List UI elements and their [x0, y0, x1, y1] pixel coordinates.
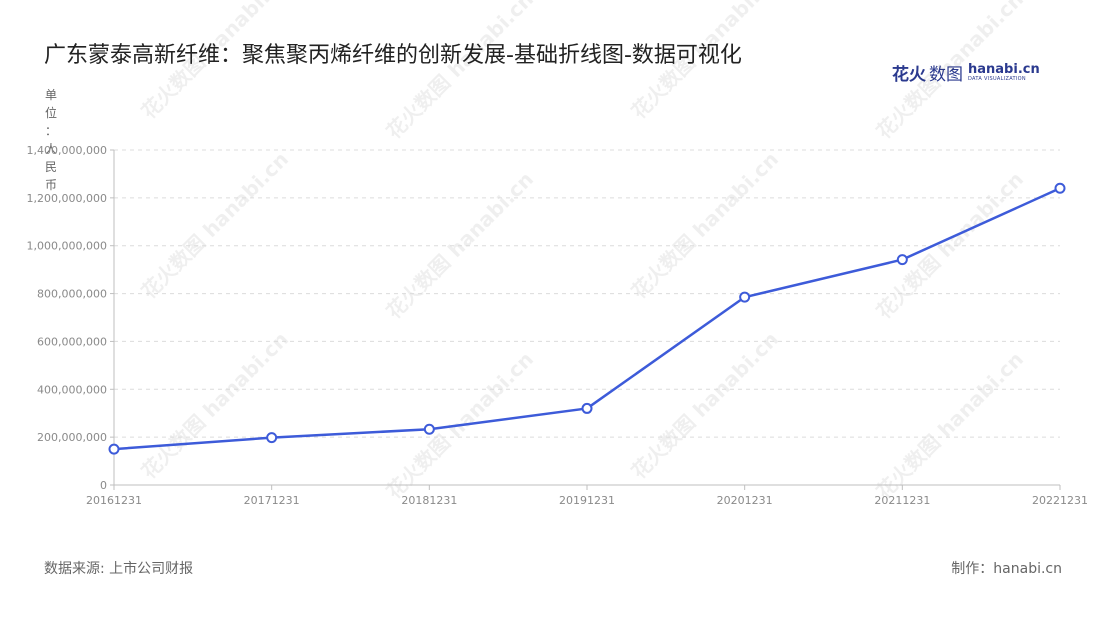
watermark: 花火数图 hanabi.cn [627, 327, 783, 483]
y-tick-label: 1,000,000,000 [27, 240, 107, 253]
x-tick-label: 20191231 [559, 494, 615, 507]
data-point[interactable] [739, 291, 751, 303]
chart-page: 广东蒙泰高新纤维：聚焦聚丙烯纤维的创新发展-基础折线图-数据可视化 花火 数图 … [0, 0, 1100, 620]
watermark: 花火数图 hanabi.cn [627, 147, 783, 303]
credit: 制作：hanabi.cn [951, 561, 1062, 577]
y-tick-label: 800,000,000 [37, 288, 107, 301]
watermark-layer: 花火数图 hanabi.cn 花火数图 hanabi.cn 花火数图 hanabi.… [137, 0, 1028, 504]
data-point[interactable] [1054, 182, 1066, 194]
y-tick-label: 200,000,000 [37, 431, 107, 444]
x-tick-label: 20201231 [717, 494, 773, 507]
x-tick-label: 20221231 [1032, 494, 1088, 507]
watermark: 花火数图 hanabi.cn [872, 347, 1028, 503]
data-source: 数据来源: 上市公司财报 [44, 561, 194, 577]
watermark: 花火数图 hanabi.cn [137, 327, 293, 483]
series-layer [108, 182, 1066, 455]
x-tick-label: 20171231 [244, 494, 300, 507]
y-tick-label: 600,000,000 [37, 335, 107, 348]
watermark: 花火数图 hanabi.cn [627, 0, 783, 124]
y-tick-label: 1,400,000,000 [27, 144, 107, 157]
data-point[interactable] [581, 402, 593, 414]
data-point[interactable] [423, 423, 435, 435]
watermark: 花火数图 hanabi.cn [137, 0, 293, 124]
watermark: 花火数图 hanabi.cn [872, 0, 1028, 144]
data-point[interactable] [896, 254, 908, 266]
y-tick-label: 1,200,000,000 [27, 192, 107, 205]
x-tick-label: 20181231 [401, 494, 457, 507]
y-tick-label: 400,000,000 [37, 383, 107, 396]
line-chart: 花火数图 hanabi.cn 花火数图 hanabi.cn 花火数图 hanabi.… [27, 0, 1088, 507]
y-tick-label: 0 [100, 479, 107, 492]
watermark: 花火数图 hanabi.cn [137, 147, 293, 303]
watermark: 花火数图 hanabi.cn [382, 0, 538, 144]
data-point[interactable] [108, 443, 120, 455]
data-point[interactable] [266, 432, 278, 444]
x-tick-label: 20211231 [874, 494, 930, 507]
x-tick-label: 20161231 [86, 494, 142, 507]
